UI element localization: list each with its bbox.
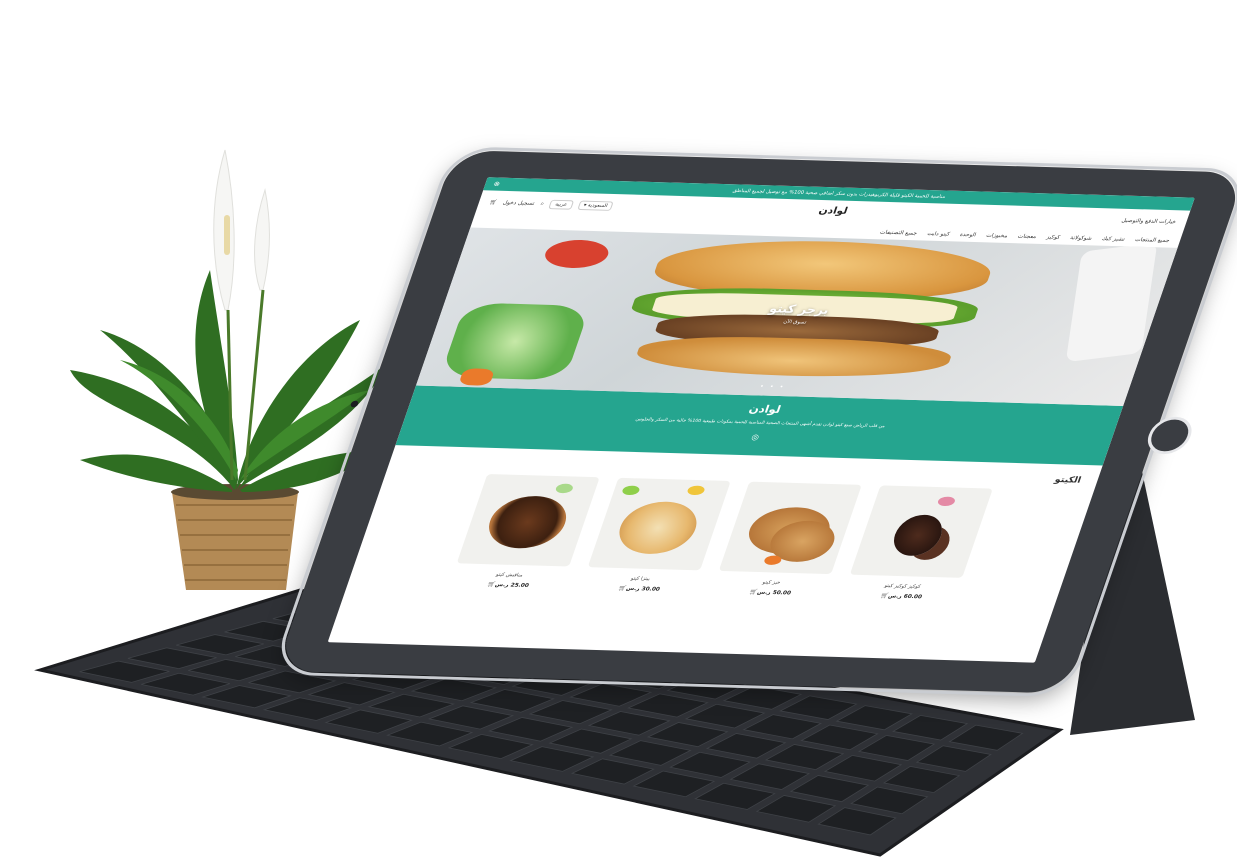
product-card[interactable]: خبز كيتو 50.00 ر.س🛒︎: [711, 481, 862, 598]
product-price: 50.00 ر.س🛒︎: [711, 588, 826, 598]
product-price: 30.00 ر.س🛒︎: [580, 584, 695, 594]
nav-item-all-categories[interactable]: جميع التصنيفات: [879, 230, 918, 237]
product-name[interactable]: كوكيز كوكيز كيتو: [845, 582, 959, 591]
flower-garnish: [936, 496, 957, 507]
product-name[interactable]: خبز كيتو: [714, 578, 828, 587]
product-price: 25.00 ر.س🛒︎: [449, 580, 564, 590]
nav-item-cheesecake[interactable]: تشيز كيك: [1101, 236, 1126, 242]
product-name[interactable]: بيتزا كيتو: [583, 575, 697, 584]
product-card[interactable]: كوكيز كوكيز كيتو 60.00 ر.س🛒︎: [842, 485, 993, 601]
nav-item-baked[interactable]: مخبوزات: [985, 233, 1008, 239]
cookie-image: [888, 514, 948, 557]
product-name[interactable]: مناقيش كيتو: [452, 571, 566, 580]
device-mockup-scene: مناسبة للحمية الكيتو قليلة الكربوهيدرات …: [0, 0, 1237, 858]
nav-item-unit[interactable]: الوحدة: [959, 232, 977, 238]
product-image[interactable]: [587, 477, 731, 571]
price-value: 60.00 ر.س: [887, 593, 923, 601]
close-icon[interactable]: ⊗: [491, 177, 502, 190]
product-image[interactable]: [718, 481, 862, 575]
pepper-garnish: [686, 485, 706, 496]
product-image[interactable]: [456, 474, 600, 567]
nav-item-chocolate[interactable]: شوكولاتة: [1069, 235, 1092, 241]
manakish-image: [481, 495, 574, 550]
nav-item-pastries[interactable]: معجنات: [1017, 234, 1037, 240]
currency-select[interactable]: عربية: [548, 199, 574, 210]
lettuce-garnish: [621, 485, 641, 496]
cucumber-garnish: [554, 483, 575, 494]
store-webpage: مناسبة للحمية الكيتو قليلة الكربوهيدرات …: [327, 177, 1195, 663]
payment-shipping-link[interactable]: خيارات الدفع والتوصيل: [1121, 218, 1177, 225]
top-bar-actions: السعودية ▾ عربية ⌕ تسجيل دخول 🛒︎: [488, 198, 615, 211]
product-card[interactable]: مناقيش كيتو 25.00 ر.س🛒︎: [449, 474, 600, 590]
nav-item-keto-diet[interactable]: كيتو دايت: [926, 231, 950, 237]
product-image[interactable]: [849, 485, 993, 578]
carrot-garnish: [762, 555, 783, 566]
pizza-image: [611, 500, 705, 555]
instagram-icon[interactable]: ◎: [750, 433, 760, 442]
product-card[interactable]: بيتزا كيتو 30.00 ر.س🛒︎: [580, 477, 731, 594]
login-link[interactable]: تسجيل دخول: [502, 200, 535, 206]
price-value: 30.00 ر.س: [625, 586, 661, 593]
country-label: السعودية: [586, 202, 609, 209]
tomato-garnish: [540, 239, 613, 269]
country-select[interactable]: السعودية ▾: [576, 200, 615, 211]
nav-item-cookies[interactable]: كوكيز: [1046, 235, 1061, 241]
hero-banner[interactable]: برجر كيتو تسوق الآن • • •: [415, 227, 1178, 406]
price-value: 50.00 ر.س: [756, 589, 792, 597]
napkin-decoration: [1065, 242, 1158, 363]
nav-item-all-products[interactable]: جميع المنتجات: [1134, 237, 1170, 244]
currency-label: عربية: [554, 201, 569, 208]
product-price: 60.00 ر.س🛒︎: [842, 591, 957, 601]
store-logo[interactable]: لوادن: [817, 206, 849, 217]
price-value: 25.00 ر.س: [494, 582, 530, 589]
product-grid: كوكيز كوكيز كيتو 60.00 ر.س🛒︎ خبز كيتو 50…: [348, 471, 1094, 604]
announcement-text: مناسبة للحمية الكيتو قليلة الكربوهيدرات …: [731, 188, 947, 200]
cart-icon[interactable]: 🛒︎: [488, 200, 497, 206]
search-icon[interactable]: ⌕: [539, 201, 545, 208]
